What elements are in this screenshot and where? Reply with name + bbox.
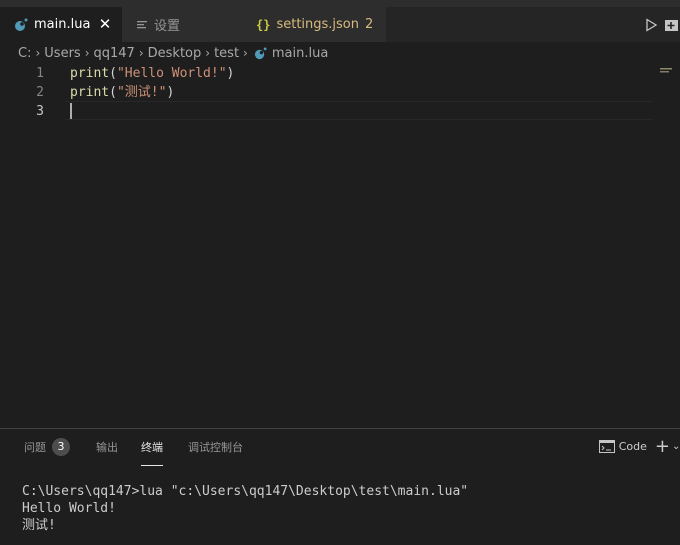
editor-actions: [638, 7, 680, 42]
panel-tab-problems[interactable]: 问题 3: [24, 429, 70, 464]
terminal-name: Code: [618, 440, 647, 453]
terminal-line: 测试!: [22, 518, 56, 533]
text-cursor: [70, 103, 72, 119]
chevron-right-icon: ›: [138, 46, 144, 60]
panel-actions: Code + ⌄: [598, 429, 680, 464]
chevron-right-icon: ›: [84, 46, 90, 60]
minimap[interactable]: [660, 64, 678, 73]
code-text: print("Hello World!"): [70, 64, 234, 83]
editor-tab-bar: main.lua ✕ 设置 {} settings.json 2: [0, 7, 680, 42]
panel-tab-output[interactable]: 输出: [96, 429, 118, 464]
tab-label: main.lua: [34, 17, 91, 32]
tab-main-lua[interactable]: main.lua ✕: [0, 7, 122, 42]
chevron-right-icon: ›: [205, 46, 211, 60]
lua-icon: [254, 46, 267, 60]
play-icon[interactable]: [638, 12, 664, 38]
paren-token: ): [166, 85, 175, 100]
breadcrumb: C: › Users › qq147 › Desktop › test › ma…: [0, 42, 680, 64]
paren-token: ): [226, 66, 235, 81]
chevron-right-icon: ›: [35, 46, 41, 60]
line-number: 3: [36, 104, 44, 119]
terminal-line: C:\Users\qq147>lua "c:\Users\qq147\Deskt…: [22, 484, 469, 499]
bottom-panel: 问题 3 输出 终端 调试控制台 Code + ⌄ C:\Users\qq147…: [0, 428, 680, 545]
chevron-right-icon: ›: [243, 46, 248, 60]
tab-label: settings.json: [276, 17, 360, 32]
panel-tab-label: 终端: [141, 440, 163, 454]
panel-tab-label: 输出: [96, 440, 118, 454]
add-terminal-icon[interactable]: +: [655, 436, 670, 457]
breadcrumb-item[interactable]: main.lua: [272, 46, 328, 61]
chevron-down-icon[interactable]: ⌄: [672, 441, 680, 452]
line-number: 1: [36, 66, 44, 81]
code-editor[interactable]: 1 print("Hello World!") 2 print("测试!") 3: [0, 64, 680, 428]
terminal-line: Hello World!: [22, 501, 116, 516]
code-line: 1 print("Hello World!"): [0, 64, 655, 83]
tab-settings-json[interactable]: {} settings.json 2: [242, 7, 386, 42]
problems-count-badge: 3: [52, 437, 70, 456]
breadcrumb-item[interactable]: qq147: [94, 46, 135, 61]
tab-label: 设置: [154, 19, 181, 34]
paren-token: (: [109, 66, 117, 81]
function-token: print: [70, 66, 110, 81]
breadcrumb-item[interactable]: test: [214, 46, 239, 61]
problem-count-badge: 2: [365, 17, 374, 32]
split-editor-icon[interactable]: [664, 12, 680, 38]
panel-tab-label: 调试控制台: [188, 440, 243, 454]
panel-tab-label: 问题: [24, 440, 46, 454]
settings-file-icon: [136, 19, 148, 31]
breadcrumb-item[interactable]: Desktop: [148, 46, 202, 61]
paren-token: (: [109, 85, 117, 100]
terminal-icon: [598, 440, 615, 453]
panel-tab-terminal[interactable]: 终端: [141, 429, 163, 466]
close-icon[interactable]: ✕: [97, 15, 113, 33]
code-line: 2 print("测试!"): [0, 83, 655, 102]
lua-icon: [14, 18, 28, 32]
code-text: print("测试!"): [70, 83, 174, 102]
terminal-output[interactable]: C:\Users\qq147>lua "c:\Users\qq147\Deskt…: [22, 483, 468, 534]
json-braces-icon: {}: [256, 17, 271, 32]
terminal-selector[interactable]: Code: [598, 440, 647, 453]
tab-settings[interactable]: 设置: [122, 7, 242, 42]
breadcrumb-item[interactable]: Users: [44, 46, 80, 61]
code-line: 3: [0, 102, 655, 121]
function-token: print: [70, 85, 110, 100]
title-strip: [0, 0, 680, 7]
breadcrumb-item[interactable]: C:: [18, 46, 31, 61]
string-token: "Hello World!": [116, 66, 227, 81]
line-number: 2: [36, 85, 44, 100]
panel-tab-debug-console[interactable]: 调试控制台: [188, 429, 243, 464]
string-token: "测试!": [116, 85, 167, 100]
